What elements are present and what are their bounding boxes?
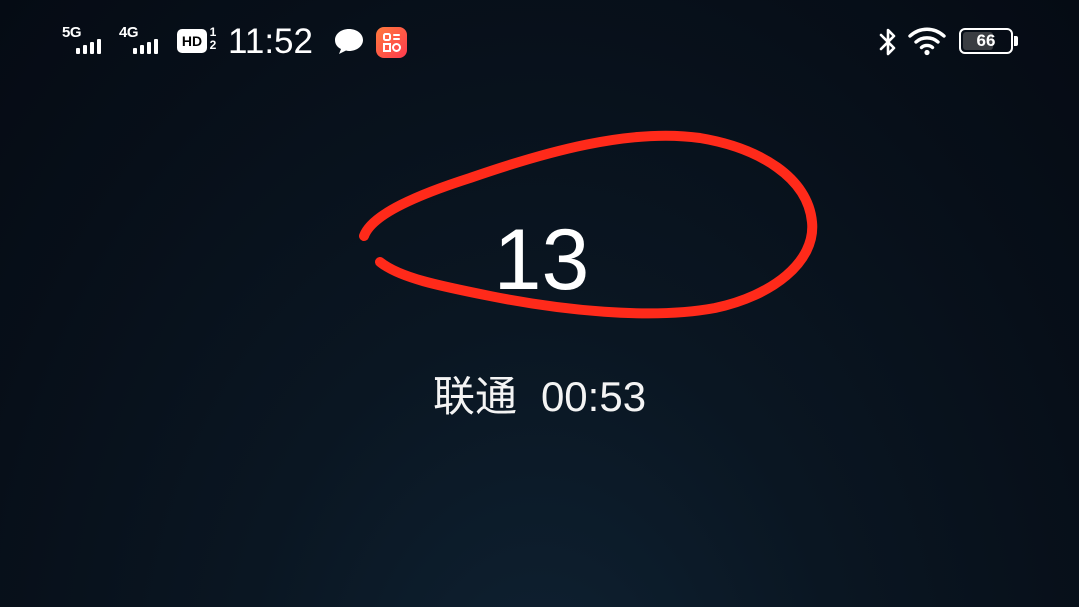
wifi-icon [908, 27, 946, 56]
battery-tip [1014, 36, 1018, 46]
chat-bubble-icon [335, 29, 363, 54]
battery-percent: 66 [976, 31, 996, 50]
sim2-signal: 4G [119, 24, 173, 56]
bluetooth-icon [879, 28, 896, 56]
hd-sim-bottom: 2 [209, 38, 217, 52]
app-notification-icon [376, 27, 407, 58]
status-clock: 11:52 [228, 22, 313, 61]
hd-sim-indicator: 1 2 [207, 26, 219, 52]
sim1-signal-bars-icon [76, 39, 101, 54]
carrier-name: 联通 [432, 373, 517, 420]
call-duration: 00:53 [540, 373, 647, 420]
call-status-line: 联通 00:53 [0, 370, 1079, 424]
battery-icon: 66 [959, 28, 1013, 54]
sim1-signal: 5G [62, 24, 116, 56]
sim2-signal-bars-icon [133, 39, 158, 54]
status-bar: 5G 4G HD 1 2 11:52 66 [0, 0, 1079, 84]
hd-voice-badge: HD [177, 29, 207, 53]
caller-number: 13 [493, 212, 590, 308]
